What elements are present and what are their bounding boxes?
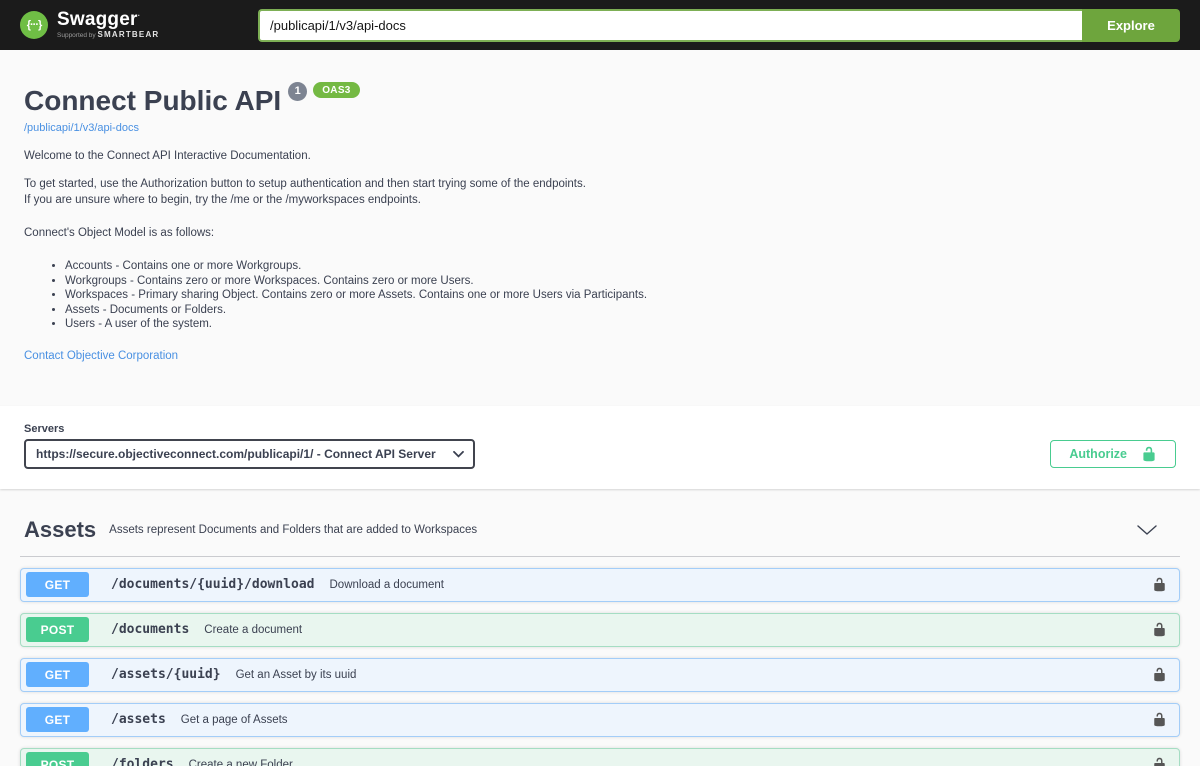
api-info-section: Connect Public API 1 OAS3 /publicapi/1/v3/…	[0, 50, 1200, 406]
list-item: Workspaces - Primary sharing Object. Con…	[65, 289, 1176, 303]
auth-lock-button[interactable]	[1152, 712, 1167, 727]
explore-button[interactable]: Explore	[1082, 8, 1180, 42]
oas3-badge: OAS3	[313, 82, 360, 98]
section-assets-header[interactable]: Assets Assets represent Documents and Fo…	[20, 511, 1180, 557]
authorize-button[interactable]: Authorize	[1050, 439, 1176, 468]
method-badge: GET	[26, 662, 89, 688]
topbar: {···} Swagger. Supported by SMARTBEAR Ex…	[0, 0, 1200, 50]
unlock-icon	[1154, 578, 1165, 592]
description-paragraph: Connect's Object Model is as follows:	[24, 226, 215, 239]
description-paragraph: Welcome to the Connect API Interactive D…	[24, 149, 311, 162]
endpoint-path: /assets/{uuid}	[111, 667, 221, 683]
collapse-chevron-icon[interactable]	[1136, 524, 1158, 536]
unlock-icon	[1143, 446, 1155, 462]
brand-subtitle: Supported by SMARTBEAR	[57, 30, 160, 40]
list-item: Workgroups - Contains zero or more Works…	[65, 275, 1176, 289]
operation-row[interactable]: POST /folders Create a new Folder	[20, 747, 1180, 766]
section-title: Assets	[24, 516, 97, 542]
endpoint-summary: Get a page of Assets	[180, 713, 288, 726]
description-paragraph: To get started, use the Authorization bu…	[24, 178, 586, 207]
auth-lock-button[interactable]	[1152, 667, 1167, 682]
spec-link[interactable]: /publicapi/1/v3/api-docs	[24, 122, 139, 134]
servers-label: Servers	[24, 422, 65, 435]
spec-url-group: Explore	[258, 8, 1180, 42]
spec-url-input[interactable]	[258, 8, 1082, 42]
list-item: Accounts - Contains one or more Workgrou…	[65, 260, 1176, 274]
smartbear-logo-text: SMARTBEAR	[97, 30, 160, 40]
trademark-dot: .	[137, 9, 141, 19]
auth-lock-button[interactable]	[1152, 577, 1167, 592]
operation-rows: GET /documents/{uuid}/download Download …	[20, 567, 1180, 766]
endpoint-summary: Create a new Folder	[188, 758, 293, 766]
endpoint-path: /assets	[111, 712, 166, 728]
main-content: Connect Public API 1 OAS3 /publicapi/1/v3/…	[0, 50, 1200, 766]
list-item: Users - A user of the system.	[65, 318, 1176, 332]
auth-lock-button[interactable]	[1152, 622, 1167, 637]
endpoint-summary: Download a document	[329, 578, 444, 591]
contact-link[interactable]: Contact Objective Corporation	[24, 350, 178, 362]
method-badge: POST	[26, 752, 89, 766]
swagger-brand: {···} Swagger. Supported by SMARTBEAR	[20, 10, 159, 40]
endpoint-summary: Create a document	[204, 623, 303, 636]
method-badge: POST	[26, 617, 89, 643]
operation-row[interactable]: GET /documents/{uuid}/download Download …	[20, 567, 1180, 602]
operations-section: Assets Assets represent Documents and Fo…	[0, 489, 1200, 766]
scheme-container: Servers https://secure.objectiveconnect.…	[0, 405, 1200, 489]
version-badge: 1	[288, 82, 308, 101]
server-select-wrap: https://secure.objectiveconnect.com/publ…	[24, 438, 475, 469]
unlock-icon	[1154, 668, 1165, 682]
object-model-list: Accounts - Contains one or more Workgrou…	[24, 260, 1176, 332]
endpoint-path: /documents	[111, 622, 190, 638]
operation-row[interactable]: GET /assets/{uuid} Get an Asset by its u…	[20, 657, 1180, 692]
endpoint-path: /folders	[111, 757, 174, 766]
swagger-logo-icon: {···}	[20, 11, 48, 39]
unlock-icon	[1154, 758, 1165, 766]
endpoint-summary: Get an Asset by its uuid	[235, 668, 357, 681]
operation-row[interactable]: GET /assets Get a page of Assets	[20, 702, 1180, 737]
unlock-icon	[1154, 623, 1165, 637]
server-select[interactable]: https://secure.objectiveconnect.com/publ…	[24, 438, 475, 469]
page-title: Connect Public API 1 OAS3	[24, 82, 1176, 117]
servers-block: Servers https://secure.objectiveconnect.…	[24, 423, 475, 469]
list-item: Assets - Documents or Folders.	[65, 304, 1176, 318]
auth-lock-button[interactable]	[1152, 757, 1167, 766]
unlock-icon	[1154, 713, 1165, 727]
method-badge: GET	[26, 707, 89, 733]
brand-name: Swagger.	[57, 9, 141, 31]
endpoint-path: /documents/{uuid}/download	[111, 577, 315, 593]
method-badge: GET	[26, 572, 89, 598]
operation-row[interactable]: POST /documents Create a document	[20, 612, 1180, 647]
section-description: Assets represent Documents and Folders t…	[109, 523, 478, 536]
